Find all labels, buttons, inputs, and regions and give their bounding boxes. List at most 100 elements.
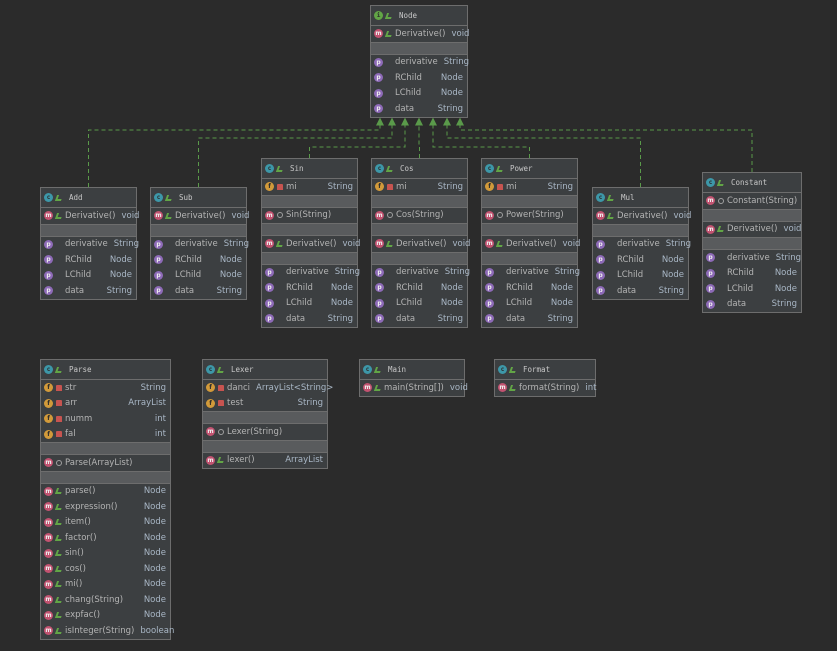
method-row[interactable]: m Derivative() void <box>41 208 139 224</box>
method-row[interactable]: m Derivative() void <box>151 208 249 224</box>
method-row[interactable]: m Constant(String) <box>703 193 801 209</box>
member-name: derivative <box>727 252 770 263</box>
member-type: int <box>585 382 597 393</box>
method-row[interactable]: m factor() Node <box>41 530 170 546</box>
method-row[interactable]: m Derivative() void <box>703 222 801 238</box>
field-row[interactable]: f mi String <box>372 179 467 195</box>
class-box-constant[interactable]: c Constant m Constant(String) m Derivative() v… <box>702 172 802 313</box>
class-header: c Lexer <box>203 360 327 380</box>
field-icon: f <box>265 182 274 192</box>
class-box-sub[interactable]: c Sub m Derivative() void p derivative String p R… <box>150 187 249 300</box>
method-row[interactable]: m main(String[]) void <box>360 380 468 396</box>
method-row[interactable]: m Cos(String) <box>372 208 467 224</box>
class-box-sin[interactable]: c Sin f mi String m Sin(String) m Derivative() vo… <box>261 158 360 328</box>
method-row[interactable]: m format(String) int <box>495 380 597 396</box>
method-row[interactable]: m sin() Node <box>41 546 170 562</box>
field-row[interactable]: f mi String <box>262 179 357 195</box>
method-row[interactable]: m Parse(ArrayList) <box>41 455 170 471</box>
field-row[interactable]: f str String <box>41 380 170 396</box>
field-row[interactable]: f arr ArrayList <box>41 396 170 412</box>
property-row[interactable]: p derivative String <box>703 250 801 266</box>
property-row[interactable]: p RChild Node <box>482 280 577 296</box>
member-name: LChild <box>286 298 313 309</box>
property-row[interactable]: p derivative String <box>371 55 469 71</box>
method-row[interactable]: m item() Node <box>41 515 170 531</box>
field-row[interactable]: f danci ArrayList<String> <box>203 380 333 396</box>
method-row[interactable]: m lexer() ArrayList <box>203 453 327 469</box>
method-row[interactable]: m Derivative() void <box>593 208 691 224</box>
field-row[interactable]: f fal int <box>41 427 170 443</box>
property-row[interactable]: p derivative String <box>593 237 691 253</box>
property-row[interactable]: p RChild Node <box>371 70 467 86</box>
property-row[interactable]: p LChild Node <box>151 268 246 284</box>
property-row[interactable]: p LChild Node <box>703 281 801 297</box>
method-row[interactable]: m isInteger(String) boolean <box>41 623 174 639</box>
property-row[interactable]: p data String <box>703 297 801 313</box>
method-icon: m <box>44 579 53 589</box>
property-row[interactable]: p data String <box>593 283 688 299</box>
class-box-node[interactable]: i Node m Derivative() void p derivative String p… <box>370 5 469 118</box>
method-row[interactable]: m chang(String) Node <box>41 592 170 608</box>
member-name: mi <box>396 181 407 192</box>
field-row[interactable]: f mi String <box>482 179 577 195</box>
property-row[interactable]: p LChild Node <box>262 296 357 312</box>
property-row[interactable]: p derivative String <box>41 237 139 253</box>
property-row[interactable]: p derivative String <box>262 265 360 281</box>
property-icon: p <box>706 284 715 294</box>
method-row[interactable]: m expfac() Node <box>41 608 170 624</box>
method-row[interactable]: m parse() Node <box>41 484 170 500</box>
property-row[interactable]: p LChild Node <box>371 86 467 102</box>
property-row[interactable]: p LChild Node <box>593 268 688 284</box>
member-name: LChild <box>395 88 422 99</box>
class-box-cos[interactable]: c Cos f mi String m Cos(String) m Derivative() vo… <box>371 158 470 328</box>
class-box-power[interactable]: c Power f mi String m Power(String) m Derivative… <box>481 158 580 328</box>
member-type: ArrayList <box>285 455 323 466</box>
class-box-parse[interactable]: c Parse f str String f arr ArrayList f numm int f fa… <box>40 359 174 640</box>
member-type: String <box>775 252 802 263</box>
property-row[interactable]: p RChild Node <box>372 280 467 296</box>
property-row[interactable]: p derivative String <box>151 237 249 253</box>
property-row[interactable]: p LChild Node <box>41 268 136 284</box>
field-row[interactable]: f numm int <box>41 411 170 427</box>
property-row[interactable]: p RChild Node <box>262 280 357 296</box>
property-row[interactable]: p derivative String <box>482 265 580 281</box>
method-row[interactable]: m expression() Node <box>41 499 170 515</box>
method-row[interactable]: m Derivative() void <box>371 26 469 42</box>
member-name: RChild <box>395 72 422 83</box>
class-header: c Constant <box>703 173 801 193</box>
field-row[interactable]: f test String <box>203 396 327 412</box>
property-row[interactable]: p derivative String <box>372 265 470 281</box>
method-row[interactable]: m mi() Node <box>41 577 170 593</box>
class-box-mul[interactable]: c Mul m Derivative() void p derivative String p R… <box>592 187 691 300</box>
property-row[interactable]: p RChild Node <box>593 252 688 268</box>
method-row[interactable]: m Lexer(String) <box>203 424 327 440</box>
member-type: Node <box>330 298 353 309</box>
property-row[interactable]: p data String <box>482 311 577 327</box>
property-row[interactable]: p data String <box>151 283 246 299</box>
property-row[interactable]: p RChild Node <box>703 266 801 282</box>
member-name: Derivative() <box>395 28 446 39</box>
property-row[interactable]: p RChild Node <box>151 252 246 268</box>
property-row[interactable]: p data String <box>41 283 136 299</box>
class-box-add[interactable]: c Add m Derivative() void p derivative String p R… <box>40 187 139 300</box>
package-icon <box>387 212 393 219</box>
method-row[interactable]: m Derivative() void <box>372 236 470 252</box>
property-row[interactable]: p RChild Node <box>41 252 136 268</box>
method-icon: m <box>44 502 53 512</box>
edge-power-to-node <box>432 124 530 158</box>
class-box-lexer[interactable]: c Lexer f danci ArrayList<String> f test String… <box>202 359 333 469</box>
method-row[interactable]: m Sin(String) <box>262 208 357 224</box>
member-type: boolean <box>140 625 175 636</box>
property-row[interactable]: p LChild Node <box>482 296 577 312</box>
method-row[interactable]: m Power(String) <box>482 208 577 224</box>
method-row[interactable]: m cos() Node <box>41 561 170 577</box>
member-name: expfac() <box>65 610 101 621</box>
method-row[interactable]: m Derivative() void <box>262 236 360 252</box>
property-row[interactable]: p data String <box>262 311 357 327</box>
class-box-format[interactable]: c Format m format(String) int <box>494 359 596 397</box>
property-row[interactable]: p data String <box>371 101 467 117</box>
property-row[interactable]: p LChild Node <box>372 296 467 312</box>
property-row[interactable]: p data String <box>372 311 467 327</box>
method-row[interactable]: m Derivative() void <box>482 236 580 252</box>
class-box-main[interactable]: c Main m main(String[]) void <box>359 359 468 397</box>
